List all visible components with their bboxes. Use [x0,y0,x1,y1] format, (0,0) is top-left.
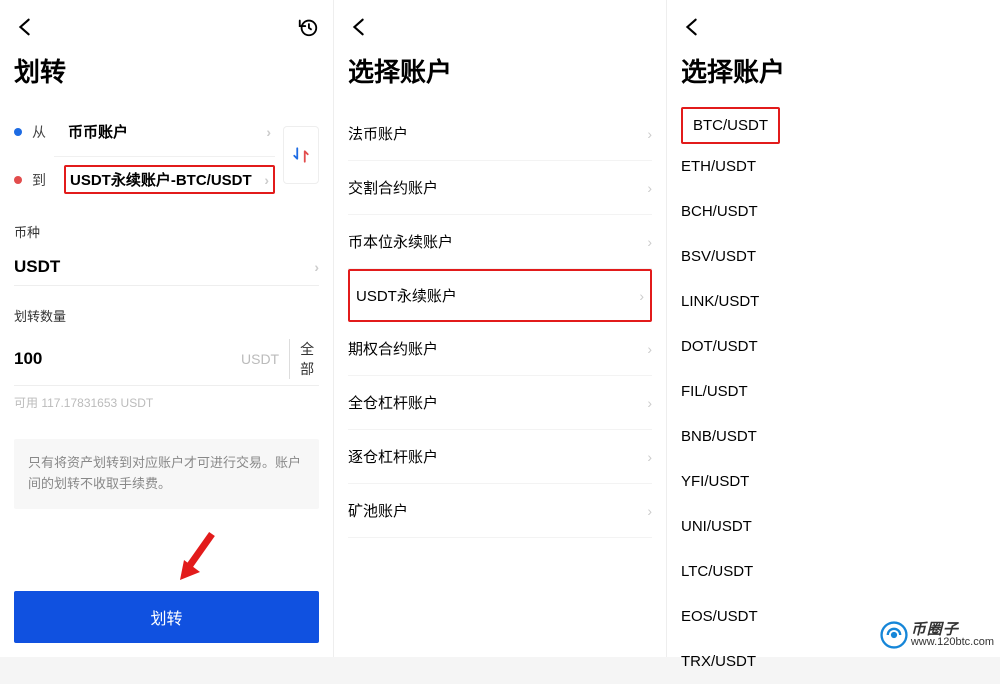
watermark-logo-icon [880,621,908,649]
list-item-label: 矿池账户 [348,500,408,521]
swap-button[interactable] [283,126,319,184]
list-item-label: BCH/USDT [681,203,758,220]
chevron-right-icon: › [647,449,652,465]
from-account-text: 币币账户 [68,121,128,142]
to-row[interactable]: 到 USDT永续账户-BTC/USDT › [14,157,275,202]
coin-value: USDT [14,257,60,277]
to-account-text: USDT永续账户-BTC/USDT [70,169,252,190]
list-item-label: FIL/USDT [681,383,748,400]
list-item-label: TRX/USDT [681,653,756,670]
chevron-right-icon: › [314,259,319,275]
chevron-right-icon: › [264,172,269,188]
page-title: 选择账户 [681,52,986,89]
list-item-label: UNI/USDT [681,518,752,535]
list-item[interactable]: BSV/USDT [681,234,986,279]
all-button[interactable]: 全部 [289,339,319,379]
list-item-label: LINK/USDT [681,293,759,310]
pair-select-panel: 选择账户 BTC/USDT ETH/USDT BCH/USDT BSV/USDT… [666,0,1000,657]
list-item[interactable]: YFI/USDT [681,459,986,504]
list-item[interactable]: DOT/USDT [681,324,986,369]
list-item-label: 交割合约账户 [348,177,438,198]
list-item-label: LTC/USDT [681,563,753,580]
list-item[interactable]: BCH/USDT [681,189,986,234]
list-item[interactable]: 逐仓杠杆账户 › [348,430,652,484]
account-list: 法币账户 › 交割合约账户 › 币本位永续账户 › USDT永续账户 › 期权合约账户 ›… [348,107,652,538]
list-item-label: 法币账户 [348,123,408,144]
available-balance: 可用 117.17831653 USDT [14,394,319,411]
list-item[interactable]: 币本位永续账户 › [348,215,652,269]
chevron-right-icon: › [647,126,652,142]
list-item[interactable]: 交割合约账户 › [348,161,652,215]
history-icon[interactable] [297,16,319,43]
topbar [681,14,986,44]
amount-unit: USDT [241,351,279,367]
to-dot-icon [14,176,22,184]
from-label: 从 [32,122,54,142]
list-item[interactable]: 矿池账户 › [348,484,652,538]
chevron-right-icon: › [647,180,652,196]
list-item-label: EOS/USDT [681,608,758,625]
list-item[interactable]: ETH/USDT [681,144,986,189]
amount-input[interactable] [14,349,241,369]
watermark-brand: 币圈子 [911,622,994,637]
list-item-label: BTC/USDT [693,117,768,134]
chevron-right-icon: › [647,503,652,519]
to-label: 到 [32,170,54,190]
list-item[interactable]: 全仓杠杆账户 › [348,376,652,430]
topbar [14,14,319,44]
page-title: 划转 [14,52,319,89]
annotation-arrow-icon [176,530,220,585]
watermark-url: www.120btc.com [911,637,994,648]
list-item[interactable]: 期权合约账户 › [348,322,652,376]
list-item-label: ETH/USDT [681,158,756,175]
coin-selector[interactable]: USDT › [14,249,319,286]
list-item-label: 逐仓杠杆账户 [348,446,438,467]
list-item[interactable]: LINK/USDT [681,279,986,324]
amount-row: USDT 全部 [14,333,319,386]
list-item[interactable]: BNB/USDT [681,414,986,459]
list-item[interactable]: BTC/USDT [681,107,780,144]
back-icon[interactable] [14,16,36,43]
chevron-right-icon: › [266,124,271,140]
list-item-label: YFI/USDT [681,473,749,490]
chevron-right-icon: › [647,341,652,357]
amount-label: 划转数量 [14,306,319,325]
chevron-right-icon: › [647,395,652,411]
list-item[interactable]: USDT永续账户 › [348,269,652,322]
to-account-value: USDT永续账户-BTC/USDT › [64,165,275,194]
list-item-label: BSV/USDT [681,248,756,265]
list-item[interactable]: FIL/USDT [681,369,986,414]
transfer-panel: 划转 从 币币账户 › 到 USDT永续账户-BTC/USDT › [0,0,333,657]
list-item-label: 全仓杠杆账户 [348,392,438,413]
info-note: 只有将资产划转到对应账户才可进行交易。账户间的划转不收取手续费。 [14,439,319,509]
list-item-label: BNB/USDT [681,428,757,445]
list-item-label: 期权合约账户 [348,338,438,359]
from-row[interactable]: 从 币币账户 › [14,107,275,156]
page-title: 选择账户 [348,52,652,89]
back-icon[interactable] [681,16,703,43]
chevron-right-icon: › [639,288,644,304]
account-select-panel: 选择账户 法币账户 › 交割合约账户 › 币本位永续账户 › USDT永续账户 › 期权… [333,0,666,657]
list-item-label: USDT永续账户 [356,285,457,306]
topbar [348,14,652,44]
list-item-label: 币本位永续账户 [348,231,453,252]
list-item[interactable]: UNI/USDT [681,504,986,549]
pair-list: BTC/USDT ETH/USDT BCH/USDT BSV/USDT LINK… [681,107,986,684]
submit-button[interactable]: 划转 [14,591,319,643]
from-dot-icon [14,128,22,136]
back-icon[interactable] [348,16,370,43]
list-item[interactable]: 法币账户 › [348,107,652,161]
transfer-from-to: 从 币币账户 › 到 USDT永续账户-BTC/USDT › [14,107,319,202]
chevron-right-icon: › [647,234,652,250]
watermark: 币圈子 www.120btc.com [880,621,994,649]
coin-label: 币种 [14,222,319,241]
from-account-value: 币币账户 › [64,115,275,148]
list-item-label: DOT/USDT [681,338,758,355]
list-item[interactable]: LTC/USDT [681,549,986,594]
